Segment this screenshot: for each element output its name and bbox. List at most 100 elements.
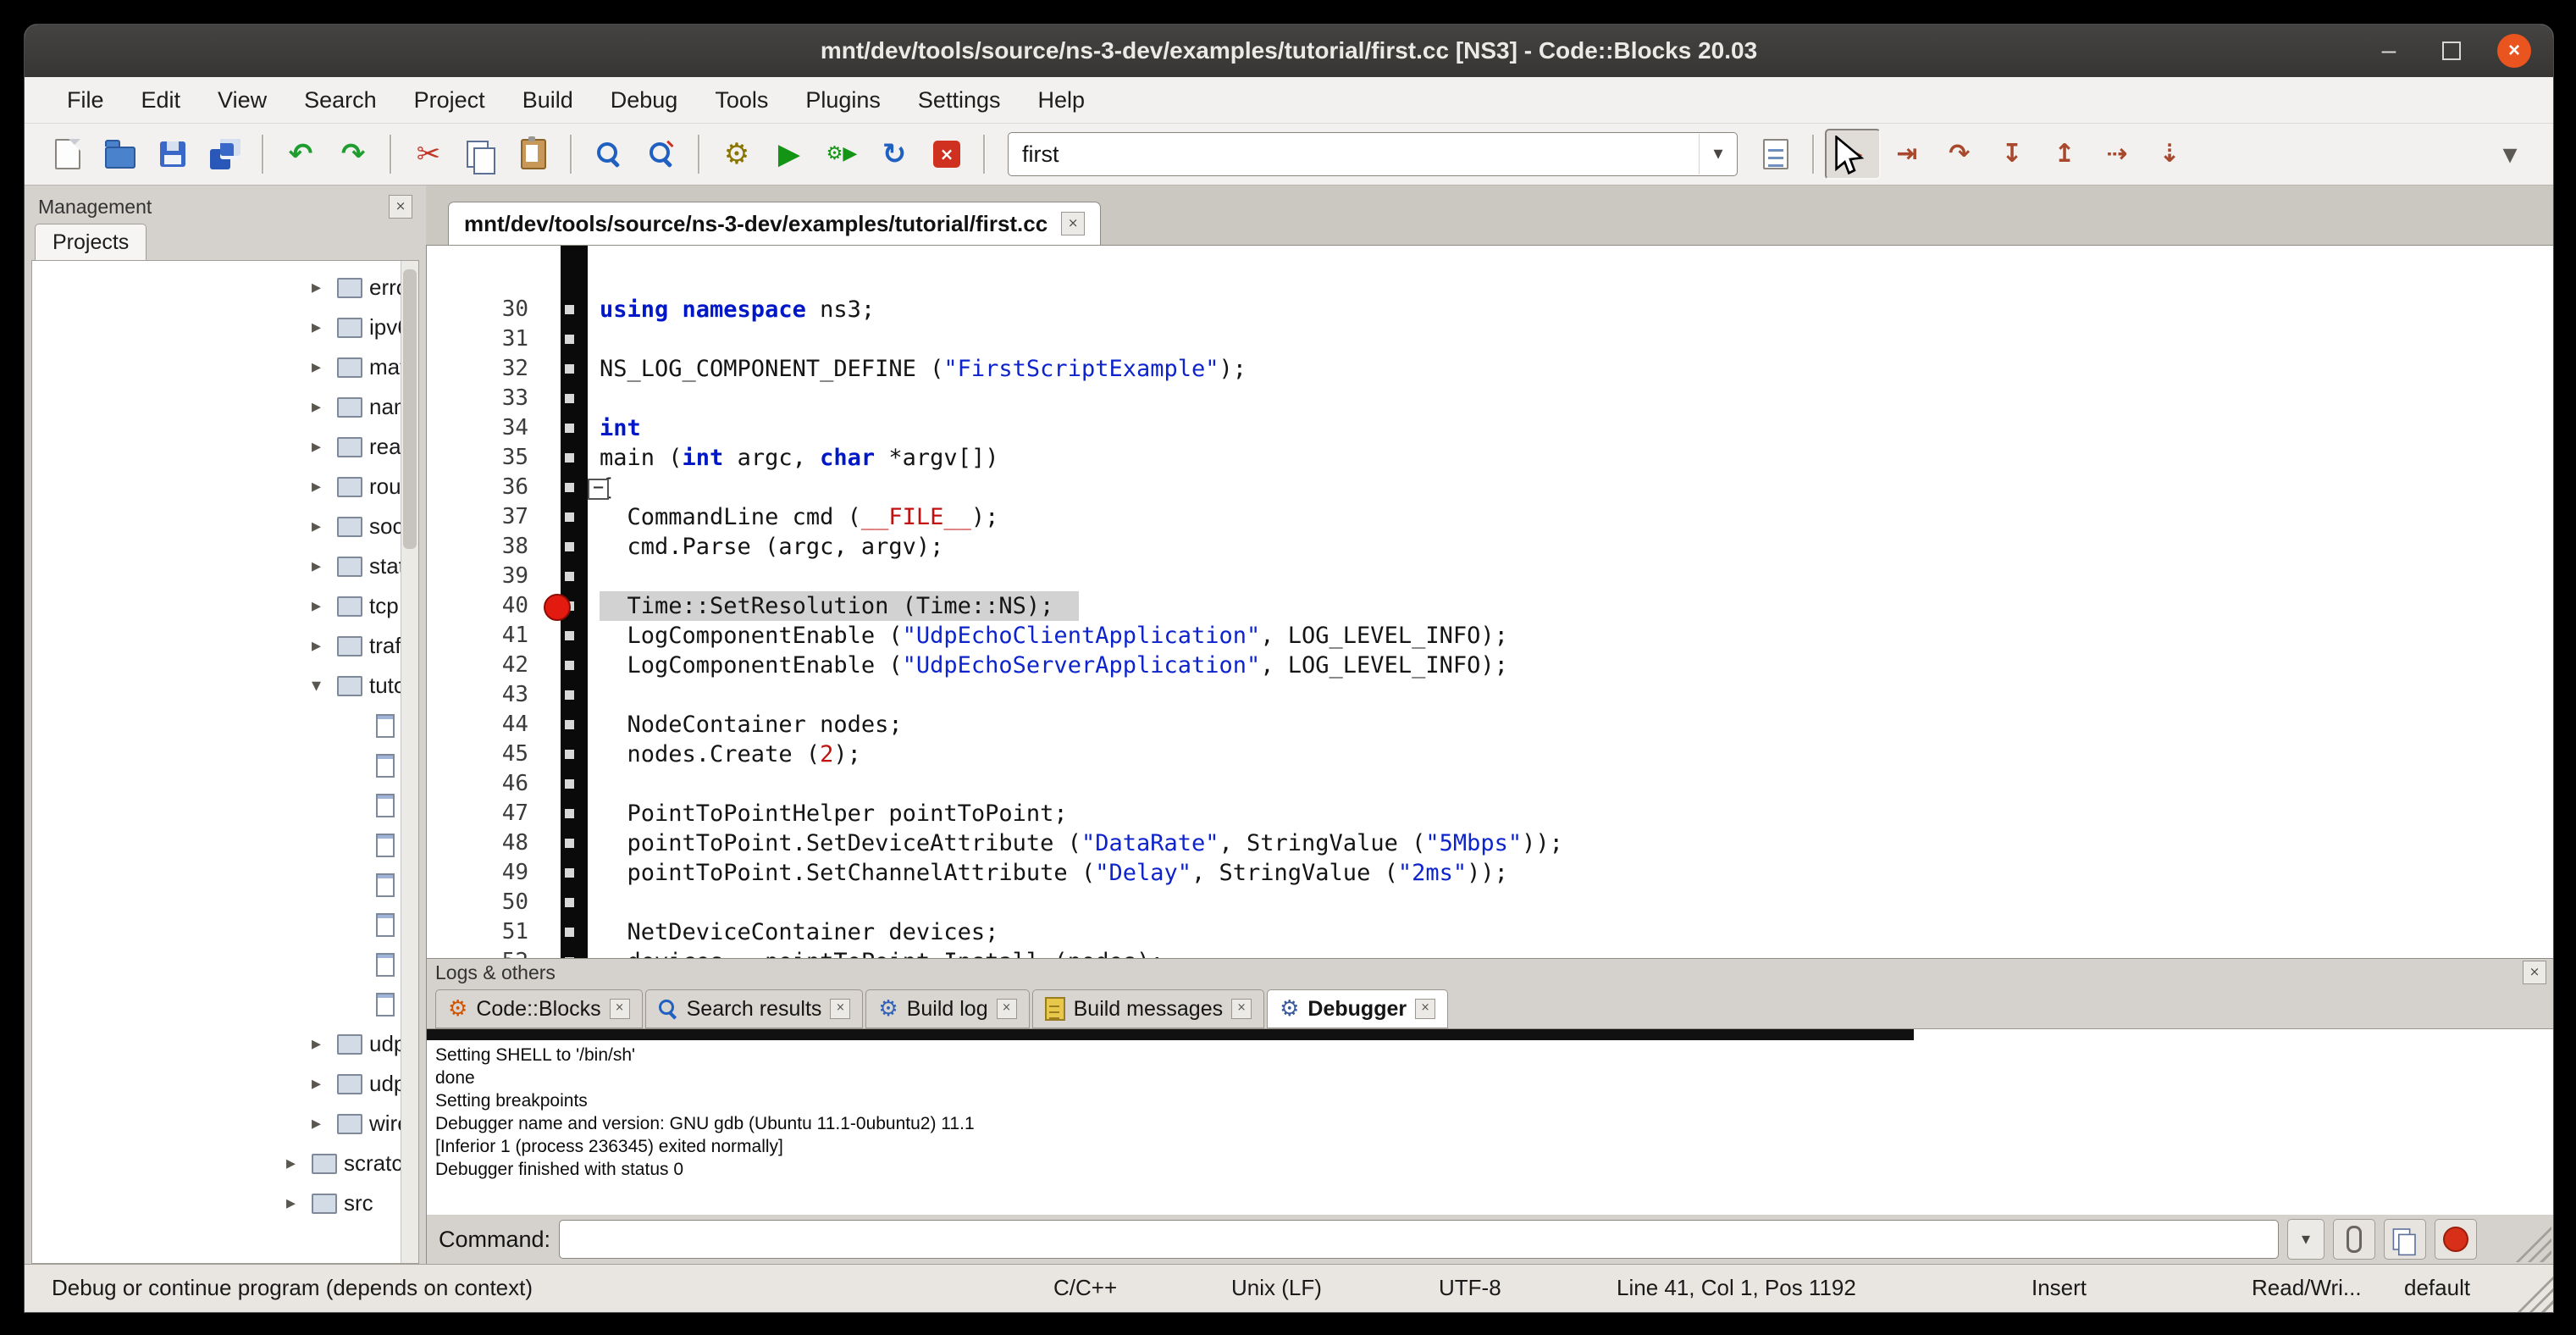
rebuild-button[interactable]: ↻ bbox=[868, 130, 920, 178]
log-tab-build-messages[interactable]: Build messages× bbox=[1032, 989, 1264, 1028]
chevron-right-icon[interactable]: ▸ bbox=[312, 1073, 337, 1094]
code-line[interactable]: 47 PointToPointHelper pointToPoint; bbox=[427, 799, 2553, 828]
tree-item[interactable]: se bbox=[32, 865, 418, 905]
chevron-right-icon[interactable]: ▸ bbox=[312, 516, 337, 537]
minimize-button[interactable]: – bbox=[2372, 34, 2406, 68]
menu-item-plugins[interactable]: Plugins bbox=[787, 77, 899, 123]
close-icon[interactable]: × bbox=[1061, 212, 1085, 235]
tree-item[interactable]: he bbox=[32, 825, 418, 865]
find-in-files-button[interactable] bbox=[635, 130, 688, 178]
title-bar[interactable]: mnt/dev/tools/source/ns-3-dev/examples/t… bbox=[25, 25, 2553, 77]
chevron-right-icon[interactable]: ▸ bbox=[312, 556, 337, 577]
menu-item-edit[interactable]: Edit bbox=[123, 77, 200, 123]
log-tab-code-blocks[interactable]: ⚙Code::Blocks× bbox=[435, 989, 643, 1028]
build-button[interactable]: ⚙ bbox=[710, 130, 763, 178]
step-into-instruction-button[interactable]: ⇣ bbox=[2143, 130, 2196, 178]
tree-item[interactable]: ▸mat bbox=[32, 347, 418, 387]
tree-item[interactable]: fif bbox=[32, 706, 418, 745]
code-line[interactable]: 44 NodeContainer nodes; bbox=[427, 710, 2553, 740]
maximize-button[interactable] bbox=[2435, 34, 2468, 68]
close-icon[interactable]: × bbox=[610, 999, 630, 1019]
stop-debugger-button[interactable] bbox=[2435, 1219, 2477, 1260]
code-line[interactable]: 35main (int argc, char *argv[]) bbox=[427, 443, 2553, 473]
breakpoint-icon[interactable] bbox=[544, 594, 571, 621]
tree-item[interactable]: six bbox=[32, 944, 418, 984]
close-icon[interactable]: × bbox=[1231, 999, 1252, 1019]
redo-button[interactable]: ↷ bbox=[327, 130, 379, 178]
abort-build-button[interactable]: × bbox=[920, 130, 973, 178]
code-line[interactable]: 51 NetDeviceContainer devices; bbox=[427, 917, 2553, 947]
chevron-right-icon[interactable]: ▸ bbox=[312, 277, 337, 298]
code-line[interactable]: 42 LogComponentEnable ("UdpEchoServerApp… bbox=[427, 651, 2553, 680]
find-button[interactable] bbox=[583, 130, 635, 178]
panel-splitter[interactable] bbox=[419, 186, 426, 1264]
close-icon[interactable]: × bbox=[2523, 961, 2546, 984]
menu-item-project[interactable]: Project bbox=[395, 77, 504, 123]
tree-item[interactable]: ▸ipv6 bbox=[32, 307, 418, 347]
tree-scrollbar[interactable] bbox=[401, 261, 418, 1263]
chevron-right-icon[interactable]: ▸ bbox=[312, 595, 337, 617]
log-tab-build-log[interactable]: ⚙Build log× bbox=[865, 989, 1029, 1028]
copy-button[interactable] bbox=[455, 130, 507, 178]
code-line[interactable]: 32NS_LOG_COMPONENT_DEFINE ("FirstScriptE… bbox=[427, 354, 2553, 384]
tree-item[interactable]: fir bbox=[32, 745, 418, 785]
run-to-cursor-button[interactable]: ⇥ bbox=[1881, 130, 1933, 178]
code-line[interactable]: 36−{ bbox=[427, 473, 2553, 502]
tree-item[interactable]: ▸trafl bbox=[32, 626, 418, 666]
chevron-right-icon[interactable]: ▸ bbox=[312, 317, 337, 338]
debugger-log[interactable]: Setting SHELL to '/bin/sh'doneSetting br… bbox=[427, 1028, 2553, 1215]
menu-item-help[interactable]: Help bbox=[1019, 77, 1103, 123]
tree-item[interactable]: ▸real bbox=[32, 427, 418, 467]
tab-projects[interactable]: Projects bbox=[35, 224, 146, 260]
undo-button[interactable]: ↶ bbox=[274, 130, 327, 178]
code-line[interactable]: 52 devices = pointToPoint.Install (nodes… bbox=[427, 947, 2553, 958]
save-all-button[interactable] bbox=[199, 130, 252, 178]
log-tab-search-results[interactable]: Search results× bbox=[645, 989, 864, 1028]
build-and-run-button[interactable]: ⚙▶ bbox=[815, 130, 868, 178]
code-line[interactable]: 30using namespace ns3; bbox=[427, 295, 2553, 324]
code-line[interactable]: 46 bbox=[427, 769, 2553, 799]
new-file-button[interactable] bbox=[41, 130, 94, 178]
chevron-right-icon[interactable]: ▸ bbox=[312, 1113, 337, 1134]
close-button[interactable]: × bbox=[2497, 34, 2531, 68]
step-out-button[interactable]: ↥ bbox=[2038, 130, 2091, 178]
save-button[interactable] bbox=[146, 130, 199, 178]
tree-item[interactable]: ▸src bbox=[32, 1183, 418, 1223]
close-icon[interactable]: × bbox=[997, 999, 1017, 1019]
resize-grip[interactable] bbox=[2514, 1273, 2553, 1312]
build-target-combo[interactable]: first ▾ bbox=[1008, 132, 1738, 176]
code-line[interactable]: 31 bbox=[427, 324, 2553, 354]
chevron-right-icon[interactable]: ▸ bbox=[312, 1033, 337, 1055]
tree-item[interactable]: ▸scratch bbox=[32, 1144, 418, 1183]
tree-item[interactable]: ▸rout bbox=[32, 467, 418, 507]
debug-continue-button[interactable]: ▶ bbox=[1825, 129, 1881, 180]
menu-item-tools[interactable]: Tools bbox=[696, 77, 787, 123]
close-icon[interactable]: × bbox=[389, 195, 412, 219]
tree-item[interactable]: ▸wire bbox=[32, 1104, 418, 1144]
tree-item[interactable]: ▾tuto bbox=[32, 666, 418, 706]
menu-item-view[interactable]: View bbox=[199, 77, 285, 123]
chevron-right-icon[interactable]: ▸ bbox=[312, 396, 337, 418]
close-icon[interactable]: × bbox=[830, 999, 850, 1019]
tree-item[interactable]: fo bbox=[32, 785, 418, 825]
code-line[interactable]: 38 cmd.Parse (argc, argv); bbox=[427, 532, 2553, 562]
code-editor[interactable]: 30using namespace ns3;3132NS_LOG_COMPONE… bbox=[426, 246, 2553, 958]
tree-item[interactable]: ▸udp- bbox=[32, 1064, 418, 1104]
chevron-down-icon[interactable]: ▾ bbox=[1699, 134, 1737, 174]
tree-item[interactable]: ▸stat bbox=[32, 546, 418, 586]
next-instruction-button[interactable]: ⇢ bbox=[2091, 130, 2143, 178]
menu-item-build[interactable]: Build bbox=[504, 77, 592, 123]
run-button[interactable]: ▶ bbox=[763, 130, 815, 178]
code-line[interactable]: 41 LogComponentEnable ("UdpEchoClientApp… bbox=[427, 621, 2553, 651]
code-line[interactable]: 40 Time::SetResolution (Time::NS); bbox=[427, 591, 2553, 621]
close-icon[interactable]: × bbox=[1415, 999, 1435, 1019]
chevron-right-icon[interactable]: ▸ bbox=[286, 1153, 312, 1174]
chevron-expanded-icon[interactable]: ▾ bbox=[312, 675, 337, 696]
tree-item[interactable]: ▸nam bbox=[32, 387, 418, 427]
tree-item[interactable]: ▸tcp bbox=[32, 586, 418, 626]
code-line[interactable]: 34int bbox=[427, 413, 2553, 443]
command-dropdown-button[interactable]: ▾ bbox=[2287, 1219, 2324, 1260]
code-line[interactable]: 43 bbox=[427, 680, 2553, 710]
tree-item[interactable]: ▸sock bbox=[32, 507, 418, 546]
code-line[interactable]: 39 bbox=[427, 562, 2553, 591]
